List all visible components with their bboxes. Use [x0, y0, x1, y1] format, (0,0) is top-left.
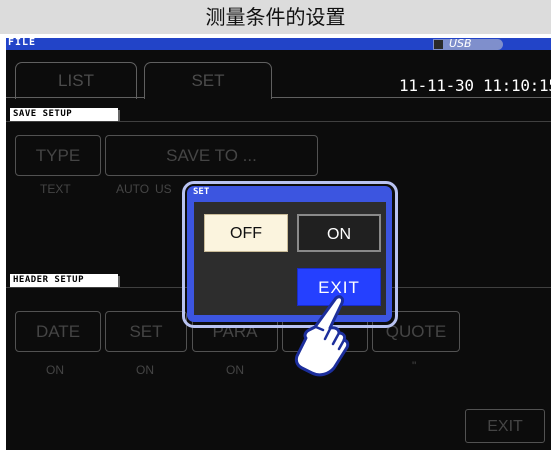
on-button[interactable]: ON — [297, 214, 381, 252]
usb-icon — [434, 40, 443, 49]
tab-list[interactable]: LIST — [15, 62, 137, 99]
quote-value: " — [412, 359, 417, 373]
pointing-hand-icon — [294, 295, 350, 377]
save-to-button[interactable]: SAVE TO ... — [105, 135, 318, 176]
off-button[interactable]: OFF — [204, 214, 288, 252]
menu-title: FILE — [8, 37, 37, 48]
type-value: TEXT — [40, 182, 71, 196]
set-button[interactable]: SET — [105, 311, 187, 352]
dialog-body: OFF ON EXIT — [194, 202, 386, 315]
save-to-value: AUTO — [116, 182, 150, 196]
datetime-display: 11-11-30 11:10:15 — [399, 76, 551, 95]
set-dialog: SET OFF ON EXIT — [187, 186, 392, 322]
status-bar: FILE USB — [6, 37, 551, 50]
set-value: ON — [136, 363, 154, 377]
manual-caption: 测量条件的设置 — [0, 0, 551, 34]
section-divider — [6, 121, 551, 122]
para-value: ON — [226, 363, 244, 377]
date-button[interactable]: DATE — [15, 311, 101, 352]
dialog-title: SET — [193, 187, 210, 197]
header-setup-header: HEADER SETUP — [10, 274, 120, 287]
date-value: ON — [46, 363, 64, 377]
tab-set[interactable]: SET — [144, 62, 272, 99]
save-setup-header: SAVE SETUP — [10, 108, 120, 121]
usb-indicator: USB — [433, 37, 503, 50]
save-to-value-2: US — [155, 182, 172, 196]
usb-label: USB — [449, 37, 472, 50]
type-button[interactable]: TYPE — [15, 135, 101, 176]
tab-divider — [6, 97, 551, 98]
exit-button[interactable]: EXIT — [465, 409, 545, 443]
